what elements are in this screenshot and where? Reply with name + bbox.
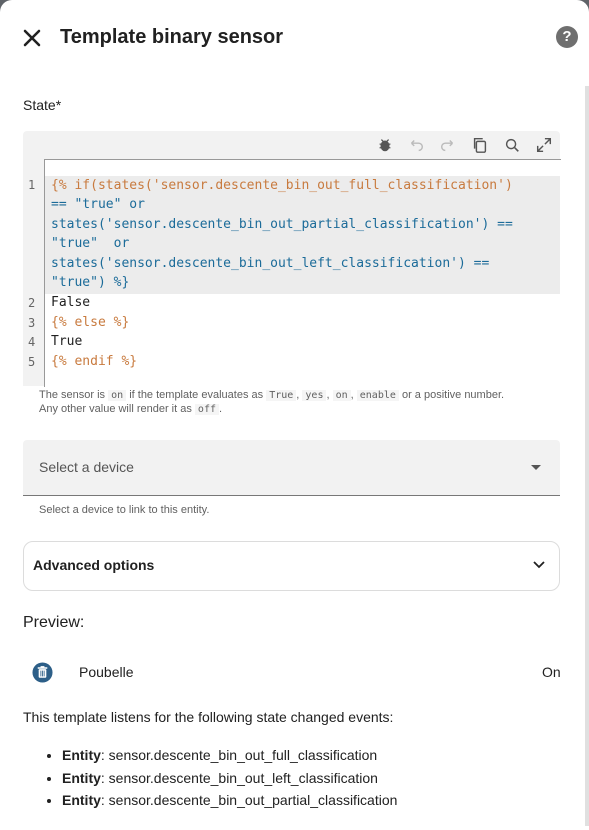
line-number: 2 bbox=[28, 296, 36, 310]
line-number: 3 bbox=[28, 316, 36, 330]
redo-icon[interactable] bbox=[439, 136, 457, 154]
device-helper-text: Select a device to link to this entity. bbox=[39, 504, 210, 516]
chevron-down-icon bbox=[533, 561, 545, 569]
event-label: Entity bbox=[62, 769, 101, 786]
code-off: off bbox=[194, 404, 219, 415]
line-number: 5 bbox=[28, 355, 36, 369]
events-list: Entity: sensor.descente_bin_out_full_cla… bbox=[48, 744, 397, 812]
code-line: True bbox=[51, 334, 83, 349]
preview-heading: Preview: bbox=[23, 614, 85, 631]
code-line: == "true" or bbox=[51, 197, 145, 212]
code-line: {% endif %} bbox=[51, 354, 138, 369]
advanced-options-expander[interactable]: Advanced options bbox=[23, 541, 560, 591]
dialog-title: Template binary sensor bbox=[60, 26, 284, 48]
event-label: Entity bbox=[62, 792, 101, 808]
code-line: {% else %} bbox=[51, 315, 130, 330]
close-icon[interactable] bbox=[18, 24, 46, 52]
event-value: : sensor.descente_bin_out_full_classific… bbox=[100, 747, 378, 763]
event-value: : sensor.descente_bin_out_left_classific… bbox=[100, 769, 378, 786]
line-number: 1 bbox=[28, 178, 36, 192]
entity-name: Poubelle bbox=[79, 664, 134, 680]
helper-text: . bbox=[218, 403, 223, 415]
line-number: 4 bbox=[28, 335, 36, 349]
scrollbar[interactable] bbox=[585, 86, 589, 826]
helper-text: Any other value will render it as bbox=[39, 403, 192, 415]
list-item: Entity: sensor.descente_bin_out_partial_… bbox=[62, 789, 397, 812]
line-gutter bbox=[23, 160, 43, 386]
list-item: Entity: sensor.descente_bin_out_full_cla… bbox=[62, 744, 397, 767]
helper-text: or a positive number. bbox=[401, 389, 505, 401]
advanced-options-label: Advanced options bbox=[33, 557, 155, 573]
code-line: {% if(states('sensor.descente_bin_out_fu… bbox=[51, 178, 513, 193]
code-yes: yes bbox=[302, 390, 327, 401]
fullscreen-icon[interactable] bbox=[535, 136, 553, 154]
code-line: False bbox=[51, 295, 91, 310]
helper-text: if the template evaluates as bbox=[129, 389, 264, 401]
copy-icon[interactable] bbox=[471, 136, 489, 154]
code-true: True bbox=[266, 390, 297, 401]
list-item: Entity: sensor.descente_bin_out_left_cla… bbox=[62, 767, 397, 790]
entity-state: On bbox=[542, 664, 561, 680]
help-circle-icon[interactable]: ? bbox=[556, 26, 578, 48]
code-line: "true") %} bbox=[51, 275, 130, 290]
trash-can-icon bbox=[32, 662, 53, 683]
dropdown-arrow-icon bbox=[531, 465, 541, 470]
listen-description: This template listens for the following … bbox=[23, 709, 394, 725]
dialog-header: Template binary sensor ? bbox=[0, 0, 589, 72]
event-value: : sensor.descente_bin_out_partial_classi… bbox=[100, 792, 398, 808]
code-line: "true" or bbox=[51, 236, 130, 251]
code-on: on bbox=[108, 390, 127, 401]
event-label: Entity bbox=[62, 747, 101, 763]
helper-text: , bbox=[296, 389, 300, 401]
helper-text: , bbox=[350, 389, 354, 401]
code-enable: enable bbox=[356, 390, 399, 401]
device-select[interactable]: Select a device bbox=[23, 440, 560, 496]
helper-text: , bbox=[326, 389, 330, 401]
search-replace-icon[interactable] bbox=[503, 136, 521, 154]
template-dialog: Template binary sensor ? State* 1 2 3 4 … bbox=[0, 0, 589, 830]
helper-text: The sensor is bbox=[39, 389, 106, 401]
code-line: states('sensor.descente_bin_out_left_cla… bbox=[51, 256, 490, 271]
code-on: on bbox=[332, 390, 351, 401]
state-helper-text-2: Any other value will render it as off. bbox=[39, 403, 222, 415]
device-placeholder: Select a device bbox=[39, 459, 134, 475]
state-helper-text: The sensor is on if the template evaluat… bbox=[39, 389, 504, 401]
state-label: State* bbox=[23, 97, 62, 113]
undo-icon[interactable] bbox=[407, 136, 425, 154]
debug-icon[interactable] bbox=[376, 136, 394, 154]
code-line: states('sensor.descente_bin_out_partial_… bbox=[51, 217, 513, 232]
